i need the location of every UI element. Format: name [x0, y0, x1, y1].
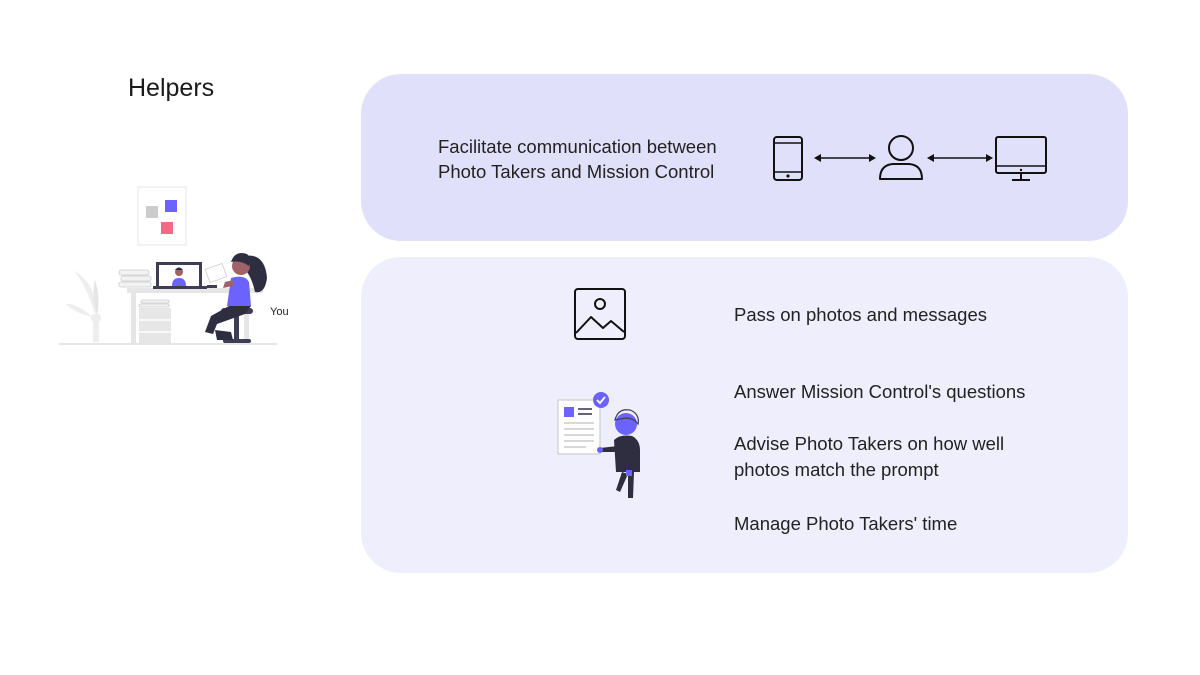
- communication-text-line2: Photo Takers and Mission Control: [438, 161, 715, 182]
- communication-text-line1: Facilitate communication between: [438, 136, 717, 157]
- person-icon: [879, 135, 923, 180]
- slide: Helpers You Facilitate communication bet…: [0, 0, 1200, 675]
- task-manage-time: Manage Photo Takers' time: [734, 513, 958, 534]
- phone-icon: [773, 136, 803, 181]
- double-arrow-icon: [927, 154, 993, 162]
- task-pass-on-photos: Pass on photos and messages: [734, 304, 987, 325]
- desk-person-illustration: [59, 186, 277, 345]
- image-icon: [574, 288, 626, 340]
- task-advise-line2: photos match the prompt: [734, 459, 939, 480]
- page-title: Helpers: [128, 74, 215, 102]
- task-advise-line1: Advise Photo Takers on how well: [734, 433, 1005, 454]
- task-answer-questions: Answer Mission Control's questions: [734, 381, 1026, 402]
- you-label: You: [270, 306, 289, 318]
- checklist-person-illustration: [557, 392, 640, 498]
- monitor-icon: [995, 136, 1047, 181]
- double-arrow-icon: [814, 154, 876, 162]
